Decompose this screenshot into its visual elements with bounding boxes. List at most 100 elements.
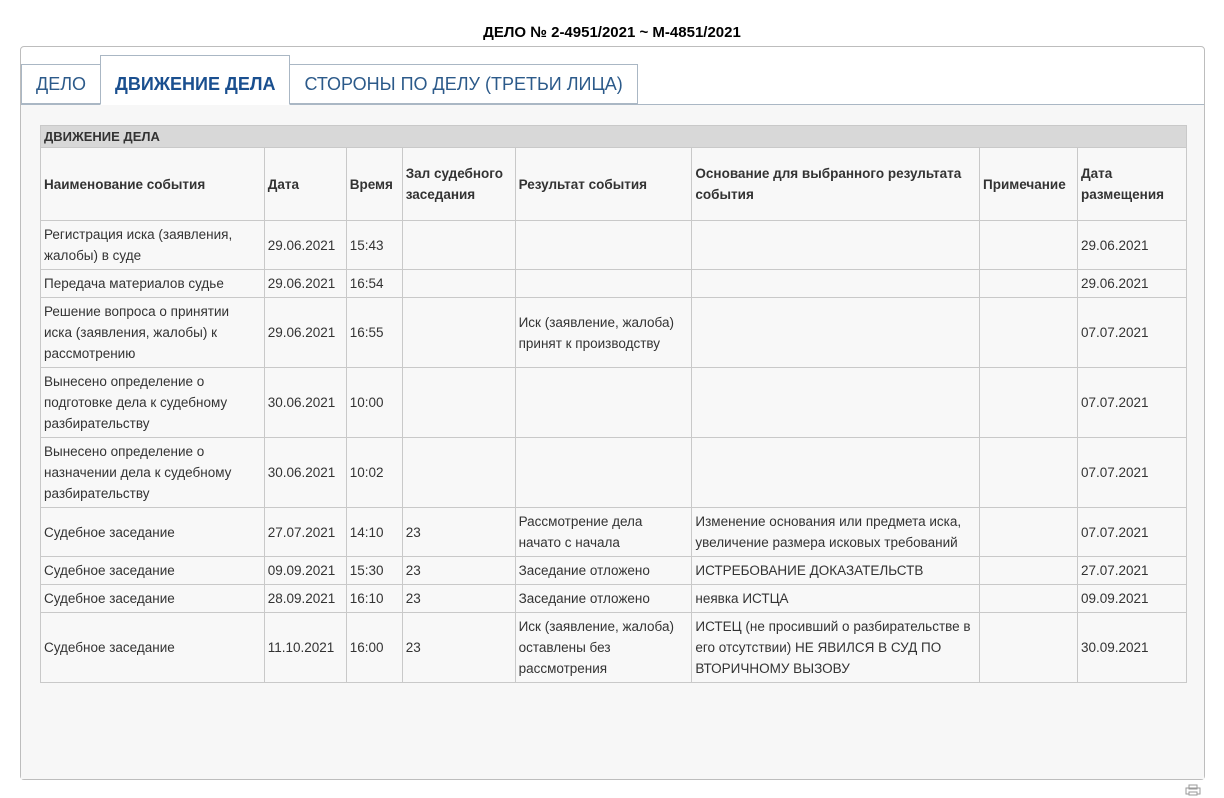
time-cell: 14:10 — [345, 507, 403, 557]
tab-bar: ДЕЛО ДВИЖЕНИЕ ДЕЛА СТОРОНЫ ПО ДЕЛУ (ТРЕТ… — [21, 55, 638, 105]
col-result-header: Результат события — [514, 147, 693, 221]
tab-content: ДВИЖЕНИЕ ДЕЛА Наименование события Дата Вр… — [21, 104, 1204, 779]
table-row: Решение вопроса о принятии иска (заявлен… — [40, 297, 1188, 368]
tab-case[interactable]: ДЕЛО — [21, 64, 102, 104]
table-body: Регистрация иска (заявления, жалобы) в с… — [40, 220, 1188, 683]
table-row: Передача материалов судье 29.06.2021 16:54… — [40, 269, 1188, 298]
note-cell — [979, 507, 1078, 557]
event-name-cell: Судебное заседание — [40, 584, 265, 613]
table-row: Судебное заседание 09.09.2021 15:30 23 Засед… — [40, 556, 1188, 585]
table-section-title: ДВИЖЕНИЕ ДЕЛА — [40, 125, 1187, 148]
posted-date-cell: 09.09.2021 — [1076, 584, 1188, 613]
case-title: ДЕЛО № 2-4951/2021 ~ М-4851/2021 — [483, 24, 741, 41]
note-cell — [979, 297, 1078, 368]
date-cell: 29.06.2021 — [263, 220, 347, 270]
basis-cell: ИСТЕЦ (не просивший о разбирательстве в … — [691, 612, 981, 683]
posted-date-cell: 29.06.2021 — [1076, 269, 1188, 298]
basis-cell — [691, 269, 981, 298]
courtroom-cell: 23 — [401, 612, 516, 683]
case-movement-table: ДВИЖЕНИЕ ДЕЛА Наименование события Дата Вр… — [40, 125, 1188, 683]
event-name-cell: Судебное заседание — [40, 612, 265, 683]
table-header-row: Наименование события Дата Время Зал судебно… — [40, 147, 1188, 221]
basis-cell — [691, 297, 981, 368]
note-cell — [979, 367, 1078, 438]
col-posted-date-header: Дата размещения — [1076, 147, 1188, 221]
posted-date-cell: 07.07.2021 — [1076, 507, 1188, 557]
note-cell — [979, 612, 1078, 683]
basis-cell: неявка ИСТЦА — [691, 584, 981, 613]
result-cell — [514, 437, 693, 508]
col-basis-header: Основание для выбранного результата собы… — [691, 147, 981, 221]
tab-case-movement[interactable]: ДВИЖЕНИЕ ДЕЛА — [100, 55, 291, 105]
event-name-cell: Передача материалов судье — [40, 269, 265, 298]
time-cell: 15:30 — [345, 556, 403, 585]
print-icon[interactable] — [1185, 784, 1201, 796]
time-cell: 10:02 — [345, 437, 403, 508]
basis-cell — [691, 220, 981, 270]
event-name-cell: Вынесено определение о назначении дела к… — [40, 437, 265, 508]
event-name-cell: Решение вопроса о принятии иска (заявлен… — [40, 297, 265, 368]
col-time-header: Время — [345, 147, 403, 221]
result-cell — [514, 367, 693, 438]
event-name-cell: Регистрация иска (заявления, жалобы) в с… — [40, 220, 265, 270]
courtroom-cell — [401, 220, 516, 270]
note-cell — [979, 584, 1078, 613]
result-cell — [514, 269, 693, 298]
basis-cell: ИСТРЕБОВАНИЕ ДОКАЗАТЕЛЬСТВ — [691, 556, 981, 585]
result-cell: Заседание отложено — [514, 584, 693, 613]
posted-date-cell: 07.07.2021 — [1076, 367, 1188, 438]
result-cell — [514, 220, 693, 270]
time-cell: 16:10 — [345, 584, 403, 613]
col-date-header: Дата — [263, 147, 347, 221]
courtroom-cell — [401, 367, 516, 438]
courtroom-cell: 23 — [401, 584, 516, 613]
basis-cell: Изменение основания или предмета иска, у… — [691, 507, 981, 557]
time-cell: 16:00 — [345, 612, 403, 683]
col-courtroom-header: Зал судебного заседания — [401, 147, 516, 221]
note-cell — [979, 220, 1078, 270]
courtroom-cell: 23 — [401, 556, 516, 585]
courtroom-cell — [401, 269, 516, 298]
result-cell: Заседание отложено — [514, 556, 693, 585]
courtroom-cell — [401, 297, 516, 368]
col-note-header: Примечание — [979, 147, 1078, 221]
time-cell: 15:43 — [345, 220, 403, 270]
date-cell: 28.09.2021 — [263, 584, 347, 613]
courtroom-cell: 23 — [401, 507, 516, 557]
table-row: Вынесено определение о подготовке дела к… — [40, 367, 1188, 438]
time-cell: 10:00 — [345, 367, 403, 438]
result-cell: Иск (заявление, жалоба) принят к произво… — [514, 297, 693, 368]
table-row: Вынесено определение о назначении дела к… — [40, 437, 1188, 508]
posted-date-cell: 07.07.2021 — [1076, 437, 1188, 508]
result-cell: Иск (заявление, жалоба) оставлены без ра… — [514, 612, 693, 683]
time-cell: 16:55 — [345, 297, 403, 368]
event-name-cell: Судебное заседание — [40, 556, 265, 585]
posted-date-cell: 27.07.2021 — [1076, 556, 1188, 585]
col-event-name-header: Наименование события — [40, 147, 265, 221]
table-row: Судебное заседание 11.10.2021 16:00 23 Иск (… — [40, 612, 1188, 683]
note-cell — [979, 437, 1078, 508]
result-cell: Рассмотрение дела начато с начала — [514, 507, 693, 557]
date-cell: 27.07.2021 — [263, 507, 347, 557]
posted-date-cell: 29.06.2021 — [1076, 220, 1188, 270]
table-row: Судебное заседание 28.09.2021 16:10 23 Засед… — [40, 584, 1188, 613]
date-cell: 09.09.2021 — [263, 556, 347, 585]
note-cell — [979, 269, 1078, 298]
event-name-cell: Судебное заседание — [40, 507, 265, 557]
time-cell: 16:54 — [345, 269, 403, 298]
date-cell: 29.06.2021 — [263, 297, 347, 368]
note-cell — [979, 556, 1078, 585]
posted-date-cell: 30.09.2021 — [1076, 612, 1188, 683]
date-cell: 29.06.2021 — [263, 269, 347, 298]
date-cell: 11.10.2021 — [263, 612, 347, 683]
posted-date-cell: 07.07.2021 — [1076, 297, 1188, 368]
table-row: Регистрация иска (заявления, жалобы) в с… — [40, 220, 1188, 270]
basis-cell — [691, 367, 981, 438]
tab-parties[interactable]: СТОРОНЫ ПО ДЕЛУ (ТРЕТЬИ ЛИЦА) — [289, 64, 638, 104]
basis-cell — [691, 437, 981, 508]
event-name-cell: Вынесено определение о подготовке дела к… — [40, 367, 265, 438]
case-panel: ДЕЛО ДВИЖЕНИЕ ДЕЛА СТОРОНЫ ПО ДЕЛУ (ТРЕТ… — [20, 46, 1205, 780]
table-row: Судебное заседание 27.07.2021 14:10 23 Рассм… — [40, 507, 1188, 557]
date-cell: 30.06.2021 — [263, 367, 347, 438]
date-cell: 30.06.2021 — [263, 437, 347, 508]
